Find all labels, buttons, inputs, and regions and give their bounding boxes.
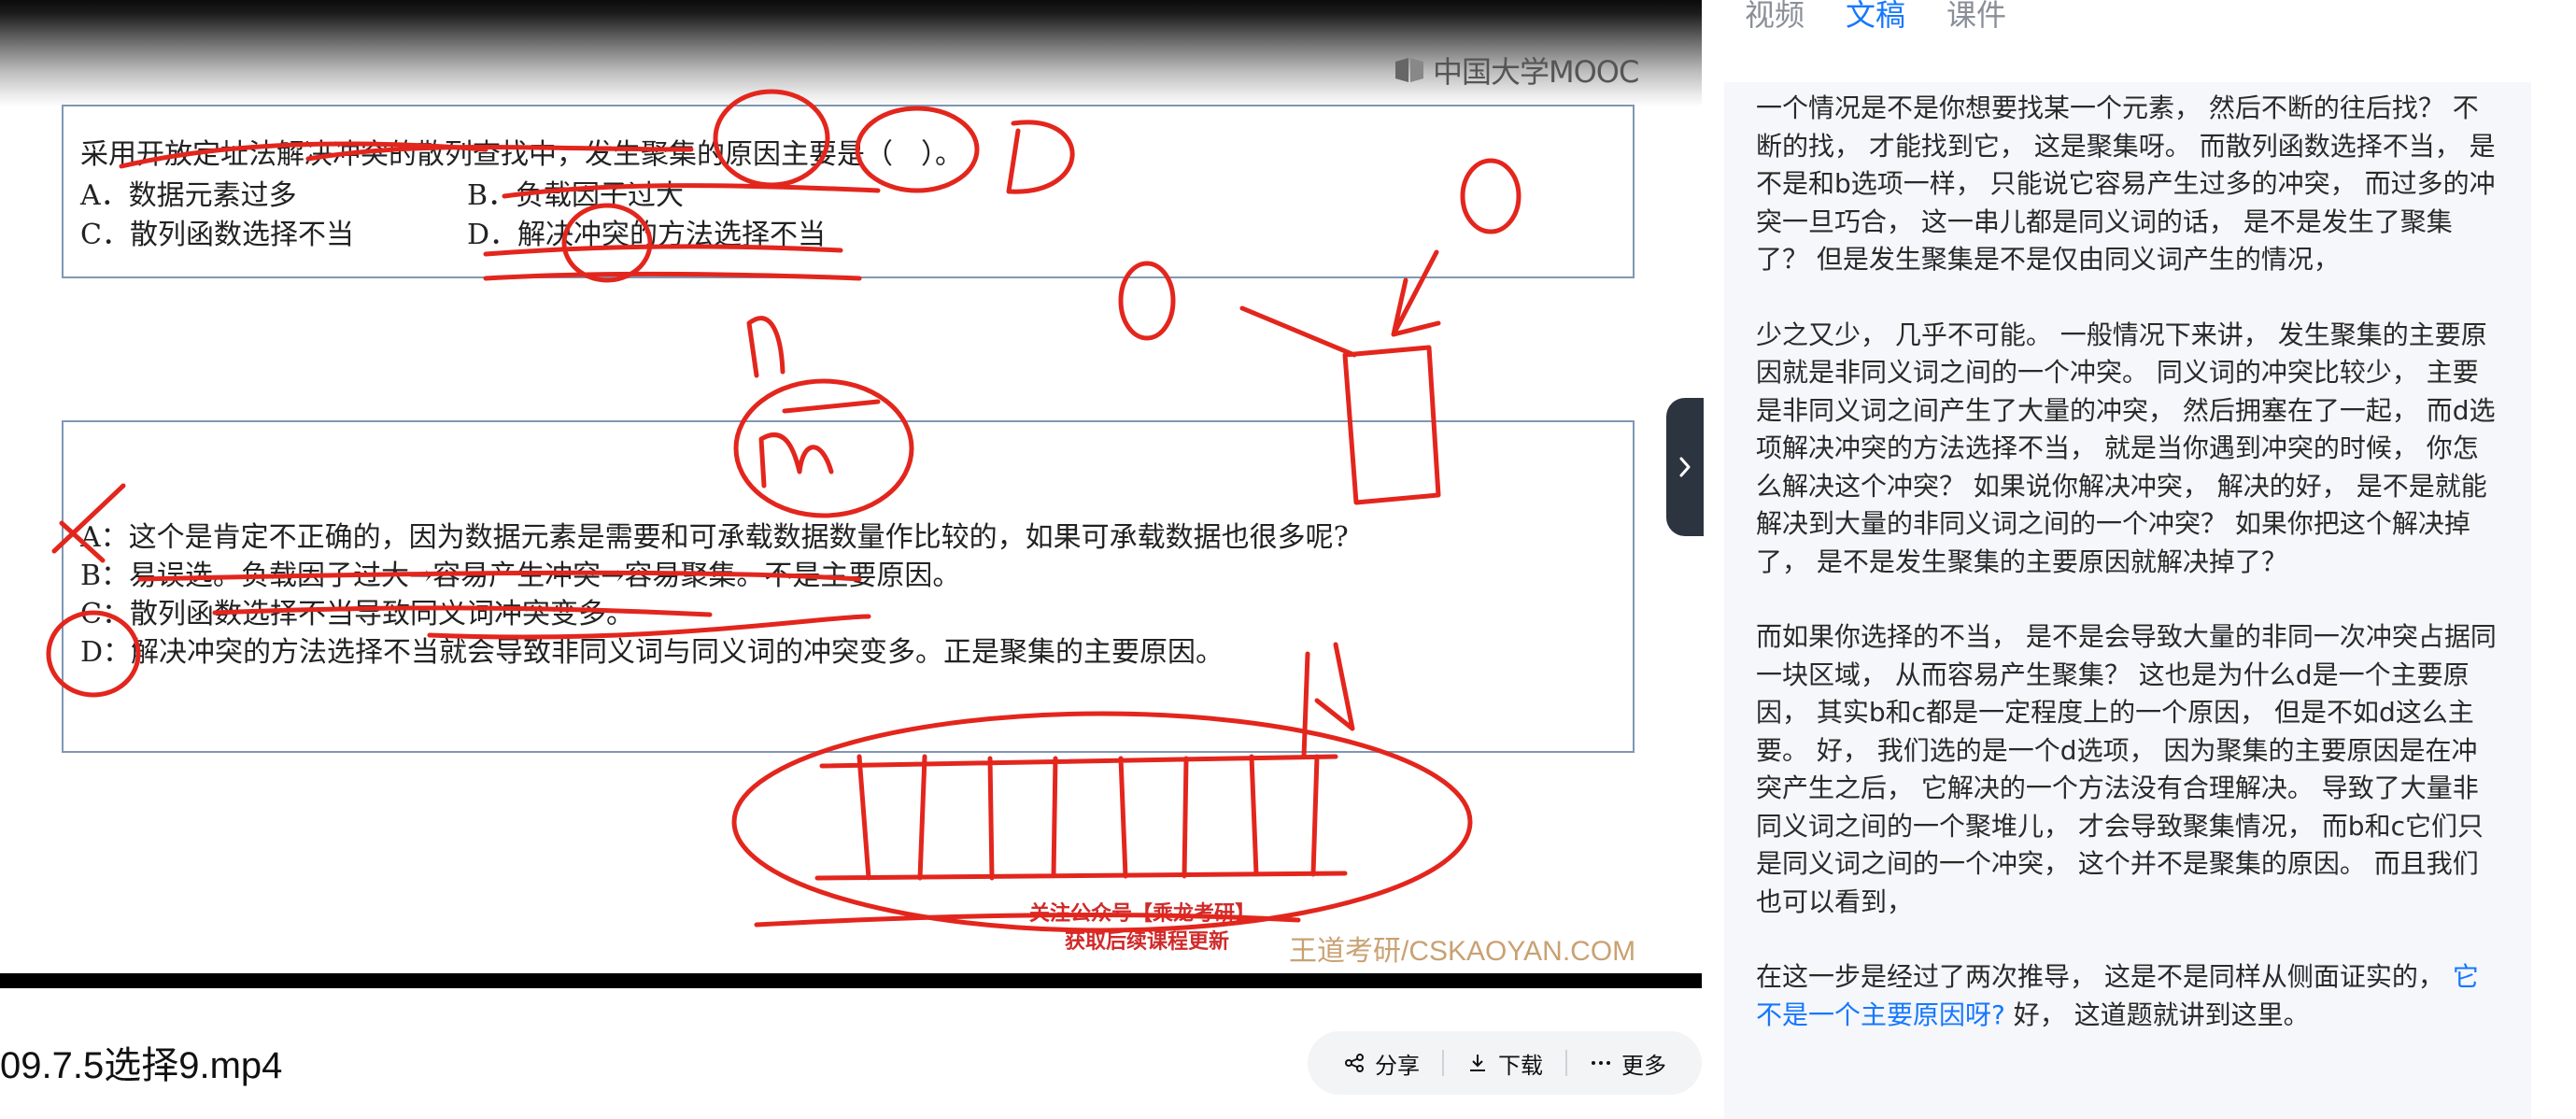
transcript-text[interactable]: 一个情况是不是你想要找某一个元素， 然后不断的往后找？ 不断的找， 才能找到它，… — [1756, 90, 2499, 1071]
watermark-site: 王道考研/CSKAOYAN.COM — [1289, 936, 1636, 967]
question-stem: 采用开放定址法解决冲突的散列查找中，发生聚集的原因主要是（ ）。 — [80, 138, 963, 171]
tab-video[interactable]: 视频 — [1745, 0, 1805, 37]
transcript-sentence: 好， 这道题就讲到这里。 — [2004, 999, 2310, 1030]
collapse-panel-button[interactable] — [1666, 398, 1704, 536]
share-icon — [1345, 1054, 1364, 1072]
tab-courseware[interactable]: 课件 — [1946, 0, 2006, 37]
mooc-logo-icon — [1395, 58, 1423, 82]
transcript-paragraph: 少之又少， 几乎不可能。 一般情况下来讲， 发生聚集的主要原因就是非同义词之间的… — [1756, 319, 2496, 577]
mooc-logo-text: 中国大学MOOC — [1433, 54, 1639, 90]
share-label: 分享 — [1375, 1052, 1420, 1079]
tab-transcript[interactable]: 文稿 — [1846, 0, 1905, 37]
transcript-sentence: 在这一步是经过了两次推导， 这是不是同样从侧面证实的， — [1756, 961, 2453, 992]
option-a: A．数据元素过多 — [80, 179, 297, 212]
video-progress-bar[interactable] — [0, 973, 1702, 988]
download-label: 下载 — [1498, 1052, 1543, 1079]
annotation-bars — [814, 754, 1348, 881]
transcript-paragraph: 而如果你选择的不当， 是不是会导致大量的非同一次冲突占据同一块区域， 从而容易产… — [1756, 621, 2497, 917]
option-c: C．散列函数选择不当 — [80, 219, 354, 251]
video-title: 09.7.5选择9.mp4 — [0, 1045, 283, 1086]
watermark-follow-2: 获取后续课程更新 — [1065, 930, 1230, 954]
download-icon — [1470, 1055, 1485, 1071]
mooc-logo: 中国大学MOOC — [1394, 51, 1639, 90]
answer-line-d: D：解决冲突的方法选择不当就会导致非同义词与同义词的冲突变多。正是聚集的主要原因… — [80, 636, 1224, 669]
panel-tabs: 视频 文稿 课件 — [1745, 0, 2006, 37]
option-b: B．负载因子过大 — [467, 179, 685, 212]
more-icon — [1592, 1061, 1610, 1065]
chevron-right-icon — [1679, 457, 1691, 477]
answer-line-b: B：易误选。负载因子过大→容易产生冲突→容易聚集。不是主要原因。 — [80, 560, 961, 592]
option-d: D．解决冲突的方法选择不当 — [467, 219, 827, 251]
video-player[interactable]: 中国大学MOOC 采用开放定址法解决冲突的散列查找中，发生聚集的原因主要是（ ）… — [0, 0, 1702, 988]
action-bar: 分享 下载 更多 — [1308, 1031, 1702, 1095]
share-button[interactable]: 分享 — [1321, 1047, 1442, 1080]
transcript-paragraph: 一个情况是不是你想要找某一个元素， 然后不断的往后找？ 不断的找， 才能找到它，… — [1756, 92, 2496, 275]
watermark-follow: 关注公众号【乘龙考研】 — [1029, 902, 1256, 926]
answer-line-a: A：这个是肯定不正确的，因为数据元素是需要和可承载数据数量作比较的，如果可承载数… — [80, 521, 1349, 554]
answer-line-c: C：散列函数选择不当导致同义词冲突变多。 — [80, 598, 634, 630]
more-label: 更多 — [1621, 1052, 1666, 1079]
download-button[interactable]: 下载 — [1444, 1047, 1565, 1080]
transcript-paragraph: 在这一步是经过了两次推导， 这是不是同样从侧面证实的， 它不是一个主要原因呀? … — [1756, 958, 2499, 1034]
annotation-letter-n — [746, 316, 786, 378]
more-button[interactable]: 更多 — [1567, 1047, 1689, 1080]
